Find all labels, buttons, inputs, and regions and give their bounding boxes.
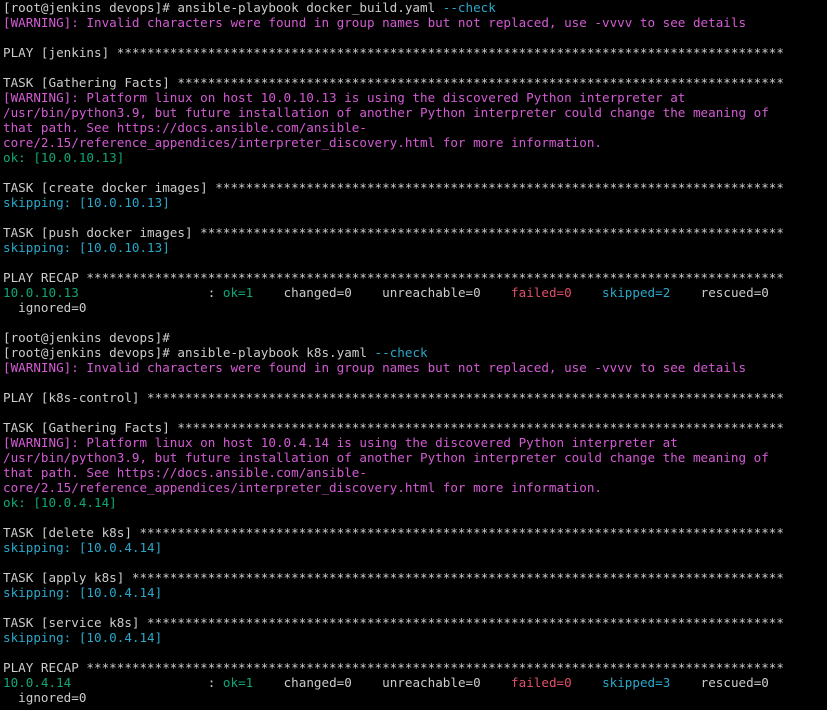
terminal-text: core/2.15/reference_appendices/interpret… [3, 135, 602, 150]
terminal-line: skipping: [10.0.4.14] [3, 630, 827, 645]
terminal-text: /usr/bin/python3.9, but future installat… [3, 450, 769, 465]
terminal-line: ok: [10.0.10.13] [3, 150, 827, 165]
terminal-line: that path. See https://docs.ansible.com/… [3, 120, 827, 135]
terminal-text: that path. See https://docs.ansible.com/… [3, 120, 367, 135]
terminal-text: skipping: [10.0.10.13] [3, 195, 170, 210]
terminal-text: ok: [10.0.10.13] [3, 150, 125, 165]
terminal-text: skipping: [10.0.4.14] [3, 540, 163, 555]
terminal-line: TASK [service k8s] *********************… [3, 615, 827, 630]
terminal-text: changed=0 unreachable=0 [253, 675, 512, 690]
terminal-line: TASK [Gathering Facts] *****************… [3, 420, 827, 435]
terminal-text: TASK [push docker images] **************… [3, 225, 784, 240]
terminal-line: PLAY [k8s-control] *********************… [3, 390, 827, 405]
terminal-text: 10.0.4.14 [3, 675, 72, 690]
terminal-text: skipped=2 [602, 285, 671, 300]
terminal-line: [root@jenkins devops]# ansible-playbook … [3, 0, 827, 15]
terminal-text: [root@jenkins devops]# ansible-playbook … [3, 0, 443, 15]
terminal-text: [WARNING]: Invalid characters were found… [3, 360, 747, 375]
terminal-line: that path. See https://docs.ansible.com/… [3, 465, 827, 480]
terminal-line: [WARNING]: Invalid characters were found… [3, 360, 827, 375]
terminal-line: TASK [push docker images] **************… [3, 225, 827, 240]
terminal-text: --check [374, 345, 428, 360]
terminal-text: TASK [delete k8s] **********************… [3, 525, 784, 540]
terminal-line: PLAY RECAP *****************************… [3, 660, 827, 675]
terminal-line: TASK [create docker images] ************… [3, 180, 827, 195]
terminal-text: [root@jenkins devops]# [3, 330, 170, 345]
terminal-line: ignored=0 [3, 690, 827, 705]
terminal-text: skipping: [10.0.10.13] [3, 240, 170, 255]
terminal-text: that path. See https://docs.ansible.com/… [3, 465, 367, 480]
terminal-text: --check [442, 0, 496, 15]
terminal-text: TASK [service k8s] *********************… [3, 615, 784, 630]
terminal-text: core/2.15/reference_appendices/interpret… [3, 480, 602, 495]
terminal-line: TASK [delete k8s] **********************… [3, 525, 827, 540]
terminal-line: skipping: [10.0.4.14] [3, 585, 827, 600]
terminal-line: [WARNING]: Invalid characters were found… [3, 15, 827, 30]
terminal-line: PLAY RECAP *****************************… [3, 270, 827, 285]
terminal-line: [root@jenkins devops]# [3, 330, 827, 345]
terminal-text: TASK [Gathering Facts] *****************… [3, 420, 784, 435]
terminal-output[interactable]: [root@jenkins devops]# ansible-playbook … [0, 0, 827, 710]
terminal-text: PLAY [k8s-control] *********************… [3, 390, 784, 405]
terminal-text: [WARNING]: Platform linux on host 10.0.4… [3, 435, 678, 450]
terminal-text: [WARNING]: Platform linux on host 10.0.1… [3, 90, 686, 105]
terminal-line: /usr/bin/python3.9, but future installat… [3, 105, 827, 120]
terminal-text: TASK [apply k8s] ***********************… [3, 570, 784, 585]
terminal-text: 10.0.10.13 [3, 285, 79, 300]
terminal-text: ok=1 [222, 285, 254, 300]
terminal-text: changed=0 unreachable=0 [253, 285, 512, 300]
terminal-line: 10.0.4.14 : ok=1 changed=0 unreachable=0… [3, 675, 827, 690]
terminal-text: [WARNING]: Invalid characters were found… [3, 15, 747, 30]
terminal-line: core/2.15/reference_appendices/interpret… [3, 135, 827, 150]
terminal-text: ok: [10.0.4.14] [3, 495, 117, 510]
terminal-text: PLAY [jenkins] *************************… [3, 45, 784, 60]
terminal-text: TASK [Gathering Facts] *****************… [3, 75, 784, 90]
terminal-text: ignored=0 [3, 300, 87, 315]
terminal-text: ignored=0 [3, 690, 87, 705]
terminal-line: 10.0.10.13 : ok=1 changed=0 unreachable=… [3, 285, 827, 300]
terminal-line: TASK [Gathering Facts] *****************… [3, 75, 827, 90]
terminal-text: skipped=3 [602, 675, 671, 690]
terminal-line: skipping: [10.0.10.13] [3, 240, 827, 255]
terminal-line: skipping: [10.0.4.14] [3, 540, 827, 555]
terminal-line: [WARNING]: Platform linux on host 10.0.4… [3, 435, 827, 450]
terminal-text: rescued=0 [670, 675, 769, 690]
terminal-line: core/2.15/reference_appendices/interpret… [3, 480, 827, 495]
terminal-line: PLAY [jenkins] *************************… [3, 45, 827, 60]
terminal-text: /usr/bin/python3.9, but future installat… [3, 105, 769, 120]
terminal-text: : [78, 285, 223, 300]
terminal-text: TASK [create docker images] ************… [3, 180, 784, 195]
terminal-text: PLAY RECAP *****************************… [3, 660, 784, 675]
terminal-line: ignored=0 [3, 300, 827, 315]
terminal-text: rescued=0 [670, 285, 769, 300]
terminal-line: skipping: [10.0.10.13] [3, 195, 827, 210]
terminal-text: : [71, 675, 223, 690]
terminal-line: [WARNING]: Platform linux on host 10.0.1… [3, 90, 827, 105]
terminal-line: /usr/bin/python3.9, but future installat… [3, 450, 827, 465]
terminal-line: TASK [apply k8s] ***********************… [3, 570, 827, 585]
terminal-text: PLAY RECAP *****************************… [3, 270, 784, 285]
terminal-text: ok=1 [222, 675, 254, 690]
terminal-line: ok: [10.0.4.14] [3, 495, 827, 510]
terminal-text: failed=0 [511, 285, 572, 300]
terminal-text: failed=0 [511, 675, 572, 690]
terminal-line: [root@jenkins devops]# ansible-playbook … [3, 345, 827, 360]
terminal-text: [root@jenkins devops]# ansible-playbook … [3, 345, 375, 360]
terminal-text: skipping: [10.0.4.14] [3, 630, 163, 645]
terminal-text: skipping: [10.0.4.14] [3, 585, 163, 600]
